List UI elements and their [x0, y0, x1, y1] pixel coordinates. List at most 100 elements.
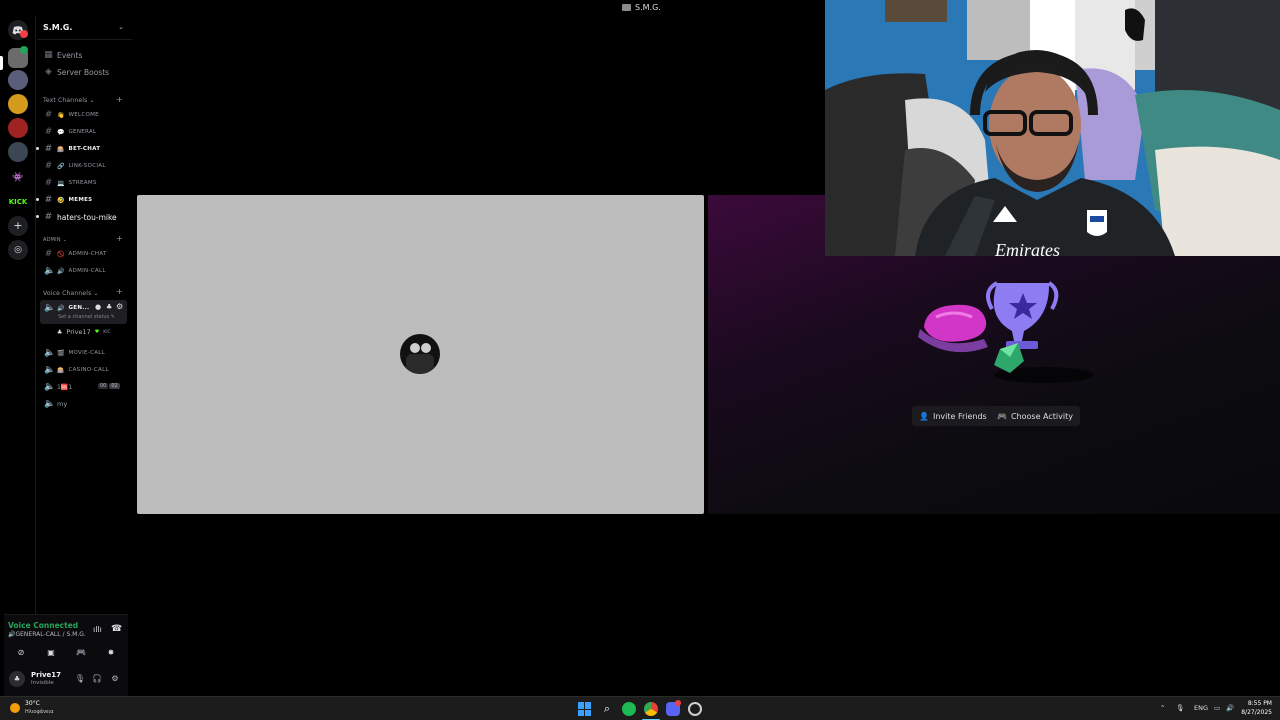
- speaker-icon: 🔈: [44, 266, 56, 276]
- channel-general-call[interactable]: 🔈 🔊 GEN...: [44, 301, 89, 315]
- channel-welcome[interactable]: # 👋 WELCOME: [44, 108, 99, 122]
- kick-label: KIC: [103, 329, 111, 335]
- trophy-illustration: [918, 281, 1094, 383]
- server-rail: 👾 KICK + ◎: [0, 16, 36, 696]
- avatar: ♣: [57, 328, 63, 336]
- weather-temp[interactable]: 30°C: [25, 700, 40, 707]
- weather-desc[interactable]: Ηλιοφάνεια: [25, 709, 54, 715]
- clock-date[interactable]: 8/27/2025: [1238, 709, 1272, 716]
- language-indicator[interactable]: ENG: [1194, 704, 1208, 712]
- speaker-icon: 🔈: [44, 382, 56, 392]
- add-user-icon: 👤: [919, 411, 929, 421]
- home-unread-badge: [20, 30, 28, 38]
- disconnect-icon[interactable]: ☎: [111, 624, 122, 634]
- server-icon[interactable]: 👾: [8, 168, 28, 188]
- headphones-icon[interactable]: 🎧: [90, 672, 104, 686]
- search-icon[interactable]: ⌕: [600, 702, 614, 716]
- choose-activity-button[interactable]: 🎮 Choose Activity: [990, 406, 1080, 426]
- sidebar-item-events[interactable]: ▦ Events: [44, 48, 82, 62]
- invite-friends-button[interactable]: 👤 Invite Friends: [912, 406, 994, 426]
- calendar-icon: ▦: [44, 50, 53, 60]
- server-header[interactable]: S.M.G. ⌄: [37, 16, 132, 40]
- create-channel-icon[interactable]: +: [116, 287, 123, 296]
- hash-icon: #: [44, 195, 53, 205]
- soundboard-icon[interactable]: ✸: [99, 645, 123, 659]
- hash-icon: #: [44, 110, 53, 120]
- channel-haters-tou-mike[interactable]: # haters-tou-mike: [44, 210, 117, 224]
- speaker-icon: 🔈: [44, 303, 56, 313]
- kick-server-icon[interactable]: KICK: [8, 192, 28, 212]
- server-badge: [20, 46, 28, 54]
- user-limit-counter: 00 02: [98, 383, 120, 389]
- create-channel-icon[interactable]: +: [116, 95, 123, 104]
- channel-casino-call[interactable]: 🔈 🎰 CASINO-CALL: [44, 363, 109, 377]
- windows-start-icon[interactable]: [578, 702, 592, 716]
- hash-icon: #: [44, 144, 53, 154]
- gamepad-icon: 🎮: [997, 411, 1007, 421]
- category-text-channels[interactable]: Text Channels ⌄: [43, 97, 95, 104]
- channel-bet-chat[interactable]: # 🎰 BET-CHAT: [44, 142, 100, 156]
- chevron-up-icon[interactable]: ⌃: [1160, 704, 1165, 712]
- volume-icon[interactable]: 🔊: [1226, 704, 1234, 712]
- channel-my[interactable]: 🔈 my: [44, 397, 67, 411]
- chat-bubble-icon[interactable]: ●: [95, 303, 101, 311]
- server-name: S.M.G.: [43, 23, 73, 32]
- gear-icon[interactable]: ⚙: [108, 672, 122, 686]
- avatar[interactable]: ♣: [9, 671, 25, 687]
- microphone-icon[interactable]: 🎙: [1176, 704, 1184, 712]
- sidebar-item-server-boosts[interactable]: ◈ Server Boosts: [44, 65, 109, 79]
- channel-link-social[interactable]: # 🔗 LINK-SOCIAL: [44, 159, 106, 173]
- camera-off-icon[interactable]: ⊘: [9, 645, 33, 659]
- clock-time[interactable]: 8:55 PM: [1238, 700, 1272, 707]
- server-icon[interactable]: [8, 118, 28, 138]
- screen-share-icon[interactable]: ▣: [39, 645, 63, 659]
- voice-connected-status[interactable]: Voice Connected: [8, 621, 78, 630]
- chevron-down-icon: ⌄: [118, 23, 124, 31]
- kick-icon: ♥: [94, 329, 100, 335]
- webcam-feed-image: Emirates: [825, 0, 1280, 256]
- boost-icon: ◈: [45, 67, 52, 77]
- voice-participant-tile[interactable]: [137, 195, 704, 514]
- network-icon[interactable]: ▭: [1214, 704, 1220, 712]
- speaker-icon: 🔈: [44, 399, 56, 409]
- chrome-icon[interactable]: [644, 702, 658, 716]
- unread-indicator: [36, 198, 39, 201]
- gear-icon[interactable]: ⚙: [116, 302, 123, 311]
- channel-sos[interactable]: 🔈 1🆘1: [44, 380, 72, 394]
- channel-streams[interactable]: # 💻 STREAMS: [44, 176, 97, 190]
- activity-icon[interactable]: 🎮: [69, 645, 93, 659]
- speaker-icon: 🔈: [44, 365, 56, 375]
- hash-icon: #: [44, 212, 53, 222]
- user-panel: Voice Connected 🔊GENERAL-CALL / S.M.G. ı…: [4, 614, 128, 696]
- add-server-icon[interactable]: +: [8, 216, 28, 236]
- add-member-icon[interactable]: ♣: [106, 303, 112, 311]
- create-channel-icon[interactable]: +: [116, 234, 123, 243]
- discord-badge: [675, 700, 681, 706]
- hash-icon: #: [44, 161, 53, 171]
- svg-text:Emirates: Emirates: [994, 240, 1060, 256]
- server-icon[interactable]: [8, 70, 28, 90]
- noise-suppression-icon[interactable]: ıllı: [93, 625, 102, 634]
- username[interactable]: Prive17: [31, 671, 61, 679]
- channel-movie-call[interactable]: 🔈 🎬 MOVIE-CALL: [44, 346, 105, 360]
- speaker-icon: 🔈: [44, 348, 56, 358]
- voice-channel-path[interactable]: 🔊GENERAL-CALL / S.M.G.: [8, 631, 86, 638]
- channel-memes[interactable]: # 🤣 MEMES: [44, 193, 92, 207]
- server-icon: [622, 4, 631, 11]
- weather-sun-icon[interactable]: [10, 703, 20, 713]
- discover-icon[interactable]: ◎: [8, 240, 28, 260]
- category-admin[interactable]: ADMIN ⌄: [43, 237, 67, 243]
- category-voice-channels[interactable]: Voice Channels ⌄: [43, 290, 99, 297]
- user-status: Invisible: [31, 680, 54, 686]
- channel-admin-chat[interactable]: # 🚫 ADMIN-CHAT: [44, 247, 107, 261]
- channel-admin-call[interactable]: 🔈 🔊 ADMIN-CALL: [44, 264, 106, 278]
- server-icon[interactable]: [8, 94, 28, 114]
- hash-icon: #: [44, 249, 53, 259]
- app-icon[interactable]: [688, 702, 702, 716]
- channel-status[interactable]: Set a channel status ✎: [58, 314, 115, 320]
- channel-general[interactable]: # 💬 GENERAL: [44, 125, 96, 139]
- voice-member[interactable]: ♣ Prive17 ♥ KIC: [57, 325, 111, 339]
- server-icon[interactable]: [8, 142, 28, 162]
- microphone-icon[interactable]: 🎙: [73, 672, 87, 686]
- spotify-icon[interactable]: [622, 702, 636, 716]
